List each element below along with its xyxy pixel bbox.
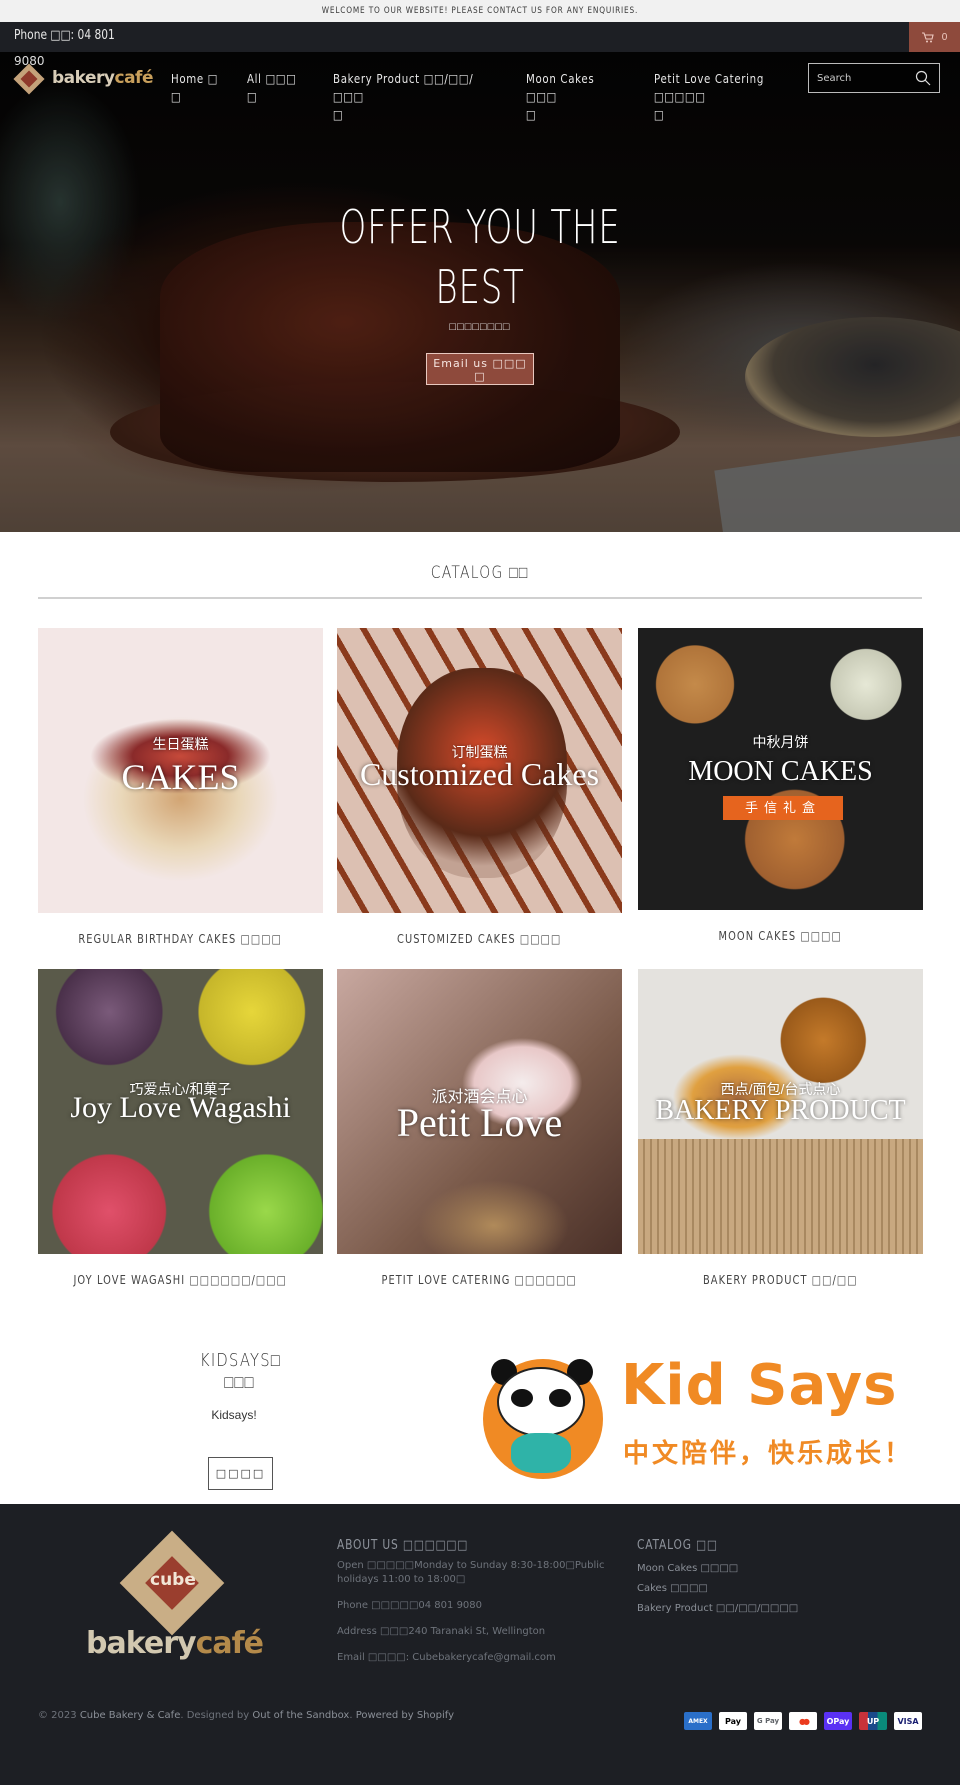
kidsays-logo-word: Kid Says [621,1353,898,1418]
logo-cube-text: cube [150,1570,196,1590]
copyright-brand-link[interactable]: Cube Bakery & Cafe [80,1710,181,1721]
card-label[interactable]: REGULAR BIRTHDAY CAKES □□□□ [38,932,323,946]
nav-moon-cakes[interactable]: Moon Cakes □□□ □ [526,70,616,124]
nav-bakery-product[interactable]: Bakery Product □□/□□/□□□ □ [333,70,477,124]
footer-catalog: CATALOG □□ Moon Cakes □□□□ Cakes □□□□ Ba… [637,1538,917,1619]
kidsays-logo-slogan: 中文陪伴，快乐成长！ [623,1438,914,1468]
card-overlay-cn: 生日蛋糕 [152,736,209,752]
catalog-divider [38,597,922,599]
cart-icon [921,31,934,42]
card-label[interactable]: JOY LOVE WAGASHI □□□□□□/□□□ [38,1273,323,1287]
catalog-card-joy-love-wagashi[interactable]: 巧爱点心/和菓子 Joy Love Wagashi JOY LOVE WAGAS… [38,969,323,1287]
search-icon[interactable] [915,70,931,86]
card-label[interactable]: MOON CAKES □□□□ [638,929,923,943]
catalog-card-moon-cakes[interactable]: 中秋月饼 MOON CAKES 手信礼盒 MOON CAKES □□□□ [638,628,923,943]
catalog-heading: CATALOG □□ [431,563,529,583]
logo-wordmark: bakerycafé [52,68,153,88]
hero-title: OFFER YOU THE BEST [339,200,621,314]
footer-link-bakery-product[interactable]: Bakery Product □□/□□/□□□□ [637,1599,917,1619]
top-bar: Phone □□: 04 801 0 [0,22,960,52]
announcement-bar: WELCOME TO OUR WEBSITE! PLEASE CONTACT U… [0,0,960,22]
card-overlay-en: CAKES [121,757,240,797]
search-box[interactable] [808,63,940,93]
site-footer: cube bakerycafé ABOUT US □□□□□□ Open □□□… [0,1504,960,1785]
card-label[interactable]: CUSTOMIZED CAKES □□□□ [337,932,622,946]
kidsays-heading: KIDSAYS□ □□□ [199,1350,281,1393]
nav-all[interactable]: All □□□ □ [247,70,303,124]
footer-link-cakes[interactable]: Cakes □□□□ [637,1579,917,1599]
footer-phone: Phone □□□□□04 801 9080 [337,1600,483,1611]
card-image[interactable]: 派对酒会点心 Petit Love [337,969,622,1254]
logo-wordmark: bakerycafé [86,1626,264,1661]
designer-link[interactable]: Out of the Sandbox [252,1710,349,1721]
visa-icon: VISA [894,1712,922,1730]
unionpay-icon: UP [859,1712,887,1730]
kidsays-text: Kidsays! [211,1408,257,1422]
main-header: 9080 bakerycafé Home □ □ All □□□ □ Bakery … [0,52,960,122]
cart-button[interactable]: 0 [909,22,960,52]
kidsays-logo-image[interactable]: Kid Says 中文陪伴，快乐成长！ [475,1353,915,1483]
cart-count: 0 [941,31,948,43]
header-phone: Phone □□: 04 801 [14,28,115,43]
hero-content: OFFER YOU THE BEST □□□□□□□□ Email us □□□… [0,197,960,385]
card-overlay-cn: 中秋月饼 [752,734,809,750]
search-input[interactable] [817,70,907,86]
card-image[interactable]: 生日蛋糕 CAKES [38,628,323,913]
footer-logo[interactable]: cube bakerycafé [80,1530,280,1664]
card-image[interactable]: 订制蛋糕 Customized Cakes [337,628,622,913]
card-image[interactable]: 西点/面包/台式点心 BAKERY PRODUCT [638,969,923,1254]
announcement-text: WELCOME TO OUR WEBSITE! PLEASE CONTACT U… [321,6,639,16]
site-logo[interactable]: 9080 bakerycafé [13,54,154,95]
google-pay-icon: G Pay [754,1712,782,1730]
shopify-link[interactable]: Powered by Shopify [356,1710,454,1721]
card-overlay-en: MOON CAKES [688,756,873,787]
hero-subtitle: □□□□□□□□ [449,321,511,333]
nav-petit-love-catering[interactable]: Petit Love Catering □□□□□ □ [654,70,789,124]
catalog-card-customized-cakes[interactable]: 订制蛋糕 Customized Cakes CUSTOMIZED CAKES □… [337,628,622,946]
card-label[interactable]: PETIT LOVE CATERING □□□□□□ [337,1273,622,1287]
card-image[interactable]: 中秋月饼 MOON CAKES 手信礼盒 [638,628,923,910]
card-overlay-en: Joy Love Wagashi [70,1091,291,1124]
footer-catalog-heading: CATALOG □□ [637,1538,718,1553]
o-pay-icon: OPay [824,1712,852,1730]
catalog-card-petit-love[interactable]: 派对酒会点心 Petit Love PETIT LOVE CATERING □□… [337,969,622,1287]
footer-email: Email □□□□: Cubebakerycafe@gmail.com [337,1652,556,1663]
amex-icon: AMEX [684,1712,712,1730]
kidsays-button[interactable]: □□□□ [208,1457,273,1490]
catalog-card-birthday-cakes[interactable]: 生日蛋糕 CAKES REGULAR BIRTHDAY CAKES □□□□ [38,628,323,946]
card-overlay-en: Customized Cakes [359,756,600,792]
copyright: © 2023 Cube Bakery & Cafe. Designed by O… [38,1710,455,1721]
nav-home[interactable]: Home □ □ [171,70,219,124]
main-nav: Home □ □ All □□□ □ Bakery Product □□/□□/□□… [171,70,837,124]
apple-pay-icon: Pay [719,1712,747,1730]
payment-icons: AMEX Pay G Pay ●● OPay UP VISA [684,1712,922,1730]
card-label[interactable]: BAKERY PRODUCT □□/□□ [638,1273,923,1287]
footer-link-moon-cakes[interactable]: Moon Cakes □□□□ [637,1559,917,1579]
panda-mascot-icon [483,1359,603,1479]
logo-cube-icon [13,63,45,95]
card-overlay-en: BAKERY PRODUCT [655,1095,906,1126]
footer-about: ABOUT US □□□□□□ Open □□□□□Monday to Sund… [337,1538,627,1677]
mastercard-icon: ●● [789,1712,817,1730]
hero-banner: 9080 bakerycafé Home □ □ All □□□ □ Bakery … [0,52,960,532]
card-image[interactable]: 巧爱点心/和菓子 Joy Love Wagashi [38,969,323,1254]
email-us-button[interactable]: Email us □□□ □ [426,353,534,385]
catalog-card-bakery-product[interactable]: 西点/面包/台式点心 BAKERY PRODUCT BAKERY PRODUCT… [638,969,923,1287]
footer-hours: Open □□□□□Monday to Sunday 8:30-18:00□Pu… [337,1560,605,1585]
card-overlay-en: Petit Love [396,1100,563,1145]
card-overlay-badge: 手信礼盒 [723,796,843,820]
footer-about-heading: ABOUT US □□□□□□ [337,1538,469,1553]
footer-address: Address □□□240 Taranaki St, Wellington [337,1626,546,1637]
